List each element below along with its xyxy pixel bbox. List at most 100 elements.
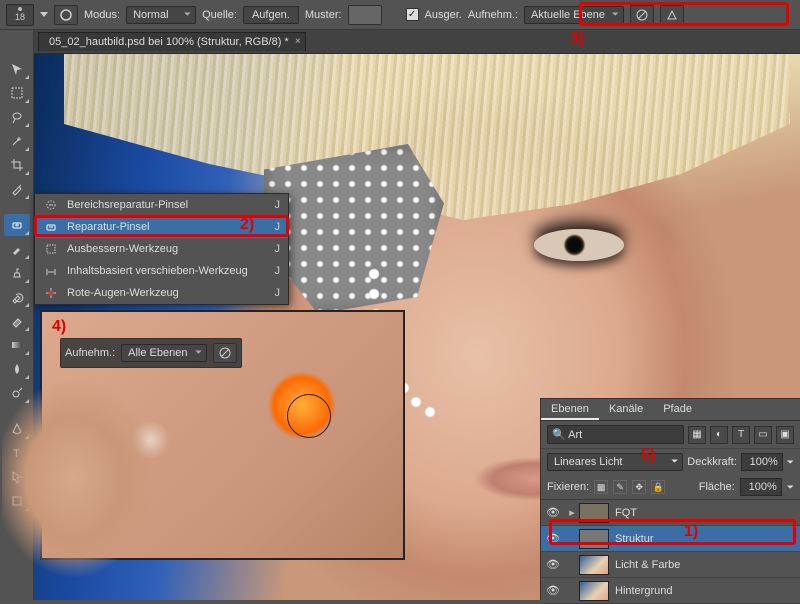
- pressure-size-icon[interactable]: [54, 5, 78, 25]
- flyout-label: Rote-Augen-Werkzeug: [67, 287, 267, 299]
- filter-smart-icon[interactable]: ▣: [776, 426, 794, 444]
- magic-wand-tool[interactable]: [4, 130, 30, 152]
- clone-stamp-tool[interactable]: [4, 262, 30, 284]
- visibility-icon[interactable]: 👁: [541, 500, 565, 525]
- document-tab[interactable]: 05_02_hautbild.psd bei 100% (Struktur, R…: [38, 32, 306, 51]
- lock-position-icon[interactable]: ✥: [632, 480, 646, 494]
- brush-preset-picker[interactable]: 18: [6, 4, 34, 26]
- image-region-nose: [2, 368, 182, 588]
- layer-row-group[interactable]: 👁 ▸ FQT: [541, 500, 800, 526]
- move-tool[interactable]: [4, 58, 30, 80]
- layer-name[interactable]: FQT: [615, 507, 794, 519]
- content-aware-move-icon: [43, 264, 59, 278]
- tab-channels[interactable]: Kanäle: [599, 399, 653, 420]
- lock-transparency-icon[interactable]: ▩: [594, 480, 608, 494]
- chevron-down-icon[interactable]: [40, 12, 48, 17]
- layer-thumbnail[interactable]: [579, 529, 609, 549]
- source-sampled-button[interactable]: Aufgen.: [243, 6, 299, 24]
- options-bar: 18 Modus: Normal Quelle: Aufgen. Muster:…: [0, 0, 800, 30]
- fill-input[interactable]: 100%: [740, 478, 782, 496]
- sample-label: Aufnehm.:: [468, 9, 518, 21]
- layer-name[interactable]: Struktur: [615, 533, 794, 545]
- panel-tabs: Ebenen Kanäle Pfade: [541, 399, 800, 421]
- document-tab-title: 05_02_hautbild.psd bei 100% (Struktur, R…: [49, 36, 289, 48]
- flyout-label: Ausbessern-Werkzeug: [67, 243, 267, 255]
- filter-adjust-icon[interactable]: ◐: [710, 426, 728, 444]
- sample-value: Aktuelle Ebene: [531, 9, 605, 21]
- gradient-tool[interactable]: [4, 334, 30, 356]
- flyout-item-patch[interactable]: Ausbessern-Werkzeug J: [35, 238, 288, 260]
- lasso-tool[interactable]: [4, 106, 30, 128]
- filter-type-icon[interactable]: T: [732, 426, 750, 444]
- lock-all-icon[interactable]: 🔒: [651, 480, 665, 494]
- pressure-opacity-icon[interactable]: [660, 5, 684, 25]
- layer-name[interactable]: Hintergrund: [615, 585, 794, 597]
- source-sampled-label: Aufgen.: [252, 9, 290, 21]
- eyedropper-tool[interactable]: [4, 178, 30, 200]
- visibility-icon[interactable]: 👁: [541, 578, 565, 603]
- aligned-label: Ausger.: [425, 9, 462, 21]
- opacity-input[interactable]: 100%: [741, 453, 783, 471]
- layers-panel: Ebenen Kanäle Pfade 🔍 Art ▦ ◐ T ▭ ▣ Line…: [540, 398, 800, 600]
- chevron-down-icon[interactable]: ⏷: [787, 482, 794, 493]
- lock-label: Fixieren:: [547, 481, 589, 493]
- layer-row-struktur[interactable]: 👁 Struktur: [541, 526, 800, 552]
- history-brush-tool[interactable]: [4, 286, 30, 308]
- pattern-picker[interactable]: [348, 5, 382, 25]
- brush-cursor: [287, 394, 331, 438]
- brush-tool[interactable]: [4, 238, 30, 260]
- crop-tool[interactable]: [4, 154, 30, 176]
- sample-select[interactable]: Aktuelle Ebene: [524, 6, 624, 24]
- inset-ignore-adjustment-icon[interactable]: [213, 343, 237, 363]
- flyout-item-content-aware-move[interactable]: Inhaltsbasiert verschieben-Werkzeug J: [35, 260, 288, 282]
- visibility-icon[interactable]: 👁: [541, 526, 565, 551]
- layer-filter-select[interactable]: 🔍 Art: [547, 425, 684, 444]
- pattern-label: Muster:: [305, 9, 342, 21]
- inset-sample-value: Alle Ebenen: [128, 347, 187, 359]
- healing-brush-tool[interactable]: [4, 214, 30, 236]
- aligned-checkbox[interactable]: ✓: [406, 8, 419, 21]
- blend-mode-select[interactable]: Lineares Licht: [547, 453, 683, 471]
- inset-sample-label: Aufnehm.:: [65, 347, 115, 359]
- tool-flyout-menu: Bereichsreparatur-Pinsel J Reparatur-Pin…: [34, 193, 289, 305]
- opacity-value: 100%: [750, 456, 778, 468]
- fill-label: Fläche:: [699, 481, 735, 493]
- annotation-4: 4): [52, 318, 66, 336]
- annotation-5: 5): [641, 447, 655, 465]
- layer-row-hintergrund[interactable]: 👁 Hintergrund: [541, 578, 800, 604]
- annotation-3: 3): [570, 30, 584, 48]
- flyout-label: Reparatur-Pinsel: [67, 221, 267, 233]
- flyout-item-spot-healing[interactable]: Bereichsreparatur-Pinsel J: [35, 194, 288, 216]
- flyout-key: J: [275, 287, 281, 299]
- layer-name[interactable]: Licht & Farbe: [615, 559, 794, 571]
- tab-label: Ebenen: [551, 403, 589, 415]
- blend-mode-select[interactable]: Normal: [126, 6, 196, 24]
- layer-thumbnail[interactable]: [579, 555, 609, 575]
- flyout-key: J: [275, 265, 281, 277]
- document-tab-bar: 05_02_hautbild.psd bei 100% (Struktur, R…: [0, 30, 800, 54]
- layer-row-licht[interactable]: 👁 Licht & Farbe: [541, 552, 800, 578]
- tab-label: Kanäle: [609, 403, 643, 415]
- marquee-tool[interactable]: [4, 82, 30, 104]
- brush-size-value: 18: [15, 12, 25, 22]
- flyout-label: Bereichsreparatur-Pinsel: [67, 199, 267, 211]
- flyout-key: J: [275, 221, 281, 233]
- flyout-item-red-eye[interactable]: Rote-Augen-Werkzeug J: [35, 282, 288, 304]
- spot-healing-icon: [43, 198, 59, 212]
- tab-paths[interactable]: Pfade: [653, 399, 702, 420]
- layer-thumbnail[interactable]: [579, 581, 609, 601]
- eraser-tool[interactable]: [4, 310, 30, 332]
- chevron-right-icon[interactable]: ▸: [565, 506, 579, 519]
- inset-sample-select[interactable]: Alle Ebenen: [121, 344, 207, 362]
- source-label: Quelle:: [202, 9, 237, 21]
- filter-shape-icon[interactable]: ▭: [754, 426, 772, 444]
- filter-pixel-icon[interactable]: ▦: [688, 426, 706, 444]
- tab-layers[interactable]: Ebenen: [541, 399, 599, 420]
- lock-pixels-icon[interactable]: ✎: [613, 480, 627, 494]
- annotation-1: 1): [684, 523, 698, 541]
- ignore-adjustment-icon[interactable]: [630, 5, 654, 25]
- flyout-label: Inhaltsbasiert verschieben-Werkzeug: [67, 265, 267, 277]
- visibility-icon[interactable]: 👁: [541, 552, 565, 577]
- chevron-down-icon[interactable]: ⏷: [787, 457, 794, 468]
- close-icon[interactable]: ×: [295, 36, 301, 47]
